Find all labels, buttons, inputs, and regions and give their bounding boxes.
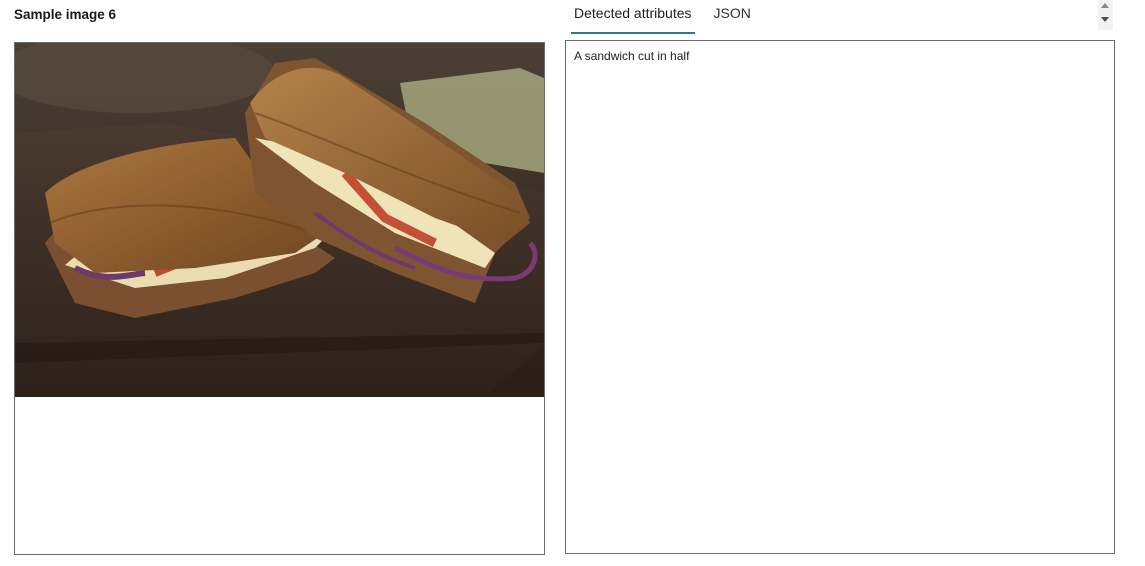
detected-attributes-panel: A sandwich cut in half bbox=[565, 40, 1115, 554]
detected-caption: A sandwich cut in half bbox=[574, 49, 690, 63]
tab-bar: Detected attributes JSON bbox=[571, 0, 754, 34]
image-title: Sample image 6 bbox=[14, 7, 117, 22]
tab-detected-attributes[interactable]: Detected attributes bbox=[571, 0, 695, 34]
sandwich-image bbox=[15, 43, 544, 397]
scroll-stepper[interactable] bbox=[1098, 0, 1113, 30]
image-frame bbox=[14, 42, 545, 555]
scroll-up-icon[interactable] bbox=[1101, 3, 1109, 8]
page: Sample image 6 Detected attributes JSON … bbox=[0, 0, 1145, 566]
scroll-down-icon[interactable] bbox=[1101, 17, 1109, 22]
tab-json[interactable]: JSON bbox=[711, 0, 754, 32]
